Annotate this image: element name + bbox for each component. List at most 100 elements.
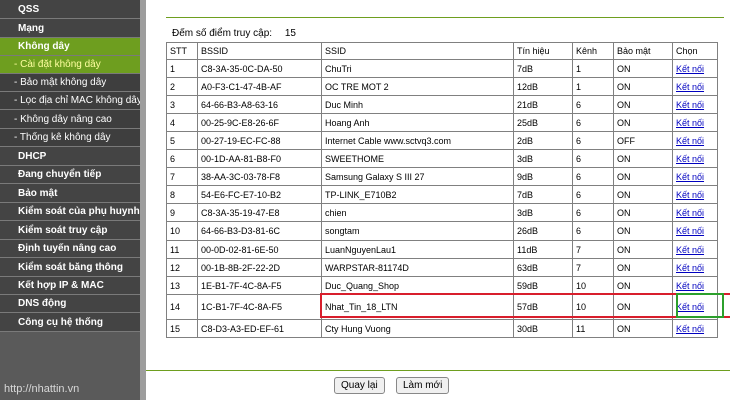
sidebar-item[interactable]: - Không dây nâng cao [0, 110, 140, 129]
cell-channel: 7 [572, 258, 614, 277]
cell-select: Kết nối [672, 258, 718, 277]
watermark: http://nhattin.vn [4, 383, 80, 395]
cell-select: Kết nối [672, 131, 718, 150]
sidebar-item[interactable]: Bảo mật [0, 184, 140, 203]
back-button[interactable]: Quay lại [334, 377, 385, 394]
cell-security: ON [613, 77, 673, 96]
cell-stt: 11 [166, 240, 198, 259]
header-ssid: SSID [321, 42, 514, 60]
cell-stt: 5 [166, 131, 198, 150]
connect-link[interactable]: Kết nối [676, 263, 704, 273]
header-channel: Kênh [572, 42, 614, 60]
table-row: 9 C8-3A-35-19-47-E8 chien 3dB 6 ON Kết nối [166, 203, 718, 222]
sidebar-item[interactable]: DNS động [0, 295, 140, 313]
cell-signal: 3dB [513, 203, 573, 222]
cell-channel: 6 [572, 149, 614, 168]
cell-security: ON [613, 59, 673, 78]
main-panel: Đếm số điểm truy cập: 15 STT BSSID SSID … [146, 0, 730, 400]
cell-ssid: TP-LINK_E710B2 [321, 185, 514, 204]
cell-stt: 6 [166, 149, 198, 168]
cell-ssid: WARPSTAR-81174D [321, 258, 514, 277]
cell-stt: 2 [166, 77, 198, 96]
refresh-button[interactable]: Làm mới [396, 377, 450, 394]
connect-link[interactable]: Kết nối [676, 324, 704, 334]
cell-signal: 3dB [513, 149, 573, 168]
cell-stt: 12 [166, 258, 198, 277]
cell-ssid: Internet Cable www.sctvq3.com [321, 131, 514, 150]
sidebar-item[interactable]: - Lọc địa chỉ MAC không dây [0, 92, 140, 110]
cell-bssid: 00-25-9C-E8-26-6F [197, 113, 322, 132]
connect-link[interactable]: Kết nối [676, 154, 704, 164]
cell-channel: 6 [572, 203, 614, 222]
connect-link[interactable]: Kết nối [676, 172, 704, 182]
table-row: 15 C8-D3-A3-ED-EF-61 Cty Hung Vuong 30dB 11 O… [166, 319, 718, 338]
sidebar-item[interactable]: - Thống kê không dây [0, 129, 140, 147]
connect-link[interactable]: Kết nối [676, 82, 704, 92]
cell-stt: 13 [166, 276, 198, 295]
connect-link[interactable]: Kết nối [676, 136, 704, 146]
cell-channel: 7 [572, 240, 614, 259]
table-row: 7 38-AA-3C-03-78-F8 Samsung Galaxy S III 2… [166, 167, 718, 186]
cell-select: Kết nối [672, 149, 718, 168]
sidebar-item[interactable]: Không dây [0, 38, 140, 56]
cell-channel: 6 [572, 185, 614, 204]
cell-bssid: 00-1D-AA-81-B8-F0 [197, 149, 322, 168]
cell-bssid: 64-66-B3-D3-81-6C [197, 221, 322, 241]
sidebar-item[interactable]: Định tuyến nâng cao [0, 240, 140, 258]
connect-link[interactable]: Kết nối [676, 208, 704, 218]
cell-security: ON [613, 167, 673, 186]
sidebar-item[interactable]: Kết hợp IP & MAC [0, 277, 140, 295]
cell-bssid: C8-3A-35-0C-DA-50 [197, 59, 322, 78]
cell-select: Kết nối [672, 77, 718, 96]
cell-select: Kết nối [672, 203, 718, 222]
cell-signal: 21dB [513, 95, 573, 114]
cell-channel: 1 [572, 59, 614, 78]
table-row: 10 64-66-B3-D3-81-6C songtam 26dB 6 ON Kết nối [166, 221, 718, 241]
connect-link[interactable]: Kết nối [676, 100, 704, 110]
cell-signal: 9dB [513, 167, 573, 186]
cell-select: Kết nối [672, 276, 718, 295]
connect-link[interactable]: Kết nối [676, 64, 704, 74]
cell-security: ON [613, 221, 673, 241]
cell-channel: 11 [572, 319, 614, 338]
cell-stt: 7 [166, 167, 198, 186]
cell-bssid: C8-D3-A3-ED-EF-61 [197, 319, 322, 338]
connect-link[interactable]: Kết nối [676, 226, 704, 236]
header-security: Bảo mật [613, 42, 673, 60]
connect-link[interactable]: Kết nối [676, 118, 704, 128]
cell-channel: 6 [572, 113, 614, 132]
cell-stt: 3 [166, 95, 198, 114]
sidebar-item[interactable]: QSS [0, 0, 140, 19]
cell-bssid: 00-27-19-EC-FC-88 [197, 131, 322, 150]
connect-link[interactable]: Kết nối [676, 245, 704, 255]
connect-link[interactable]: Kết nối [676, 190, 704, 200]
cell-ssid: Samsung Galaxy S III 27 [321, 167, 514, 186]
table-row: 8 54-E6-FC-E7-10-B2 TP-LINK_E710B2 7dB 6 ON Kế… [166, 185, 718, 204]
cell-signal: 30dB [513, 319, 573, 338]
sidebar-item[interactable]: Kiểm soát băng thông [0, 258, 140, 277]
sidebar-item[interactable]: Mạng [0, 19, 140, 38]
cell-channel: 10 [572, 294, 614, 320]
sidebar-item[interactable]: - Bảo mật không dây [0, 74, 140, 92]
sidebar-item[interactable]: Đang chuyển tiếp [0, 166, 140, 184]
cell-security: ON [613, 95, 673, 114]
cell-select: Kết nối [672, 185, 718, 204]
sidebar-item[interactable]: Công cụ hệ thống [0, 313, 140, 332]
sidebar-item[interactable]: Kiểm soát của phụ huynh [0, 203, 140, 221]
header-bssid: BSSID [197, 42, 322, 60]
cell-select: Kết nối [672, 113, 718, 132]
cell-ssid: songtam [321, 221, 514, 241]
cell-stt: 8 [166, 185, 198, 204]
count-value: 15 [284, 28, 296, 39]
connect-link[interactable]: Kết nối [676, 281, 704, 291]
cell-bssid: 1E-B1-7F-4C-8A-F5 [197, 276, 322, 295]
cell-ssid: chien [321, 203, 514, 222]
cell-ssid: Duc_Quang_Shop [321, 276, 514, 295]
cell-signal: 26dB [513, 221, 573, 241]
sidebar-item[interactable]: DHCP [0, 147, 140, 166]
sidebar-item[interactable]: Kiểm soát truy cập [0, 221, 140, 240]
sidebar-item[interactable]: - Cài đặt không dây [0, 56, 140, 74]
connect-link[interactable]: Kết nối [676, 302, 704, 312]
cell-security: ON [613, 185, 673, 204]
cell-select: Kết nối [672, 294, 718, 320]
